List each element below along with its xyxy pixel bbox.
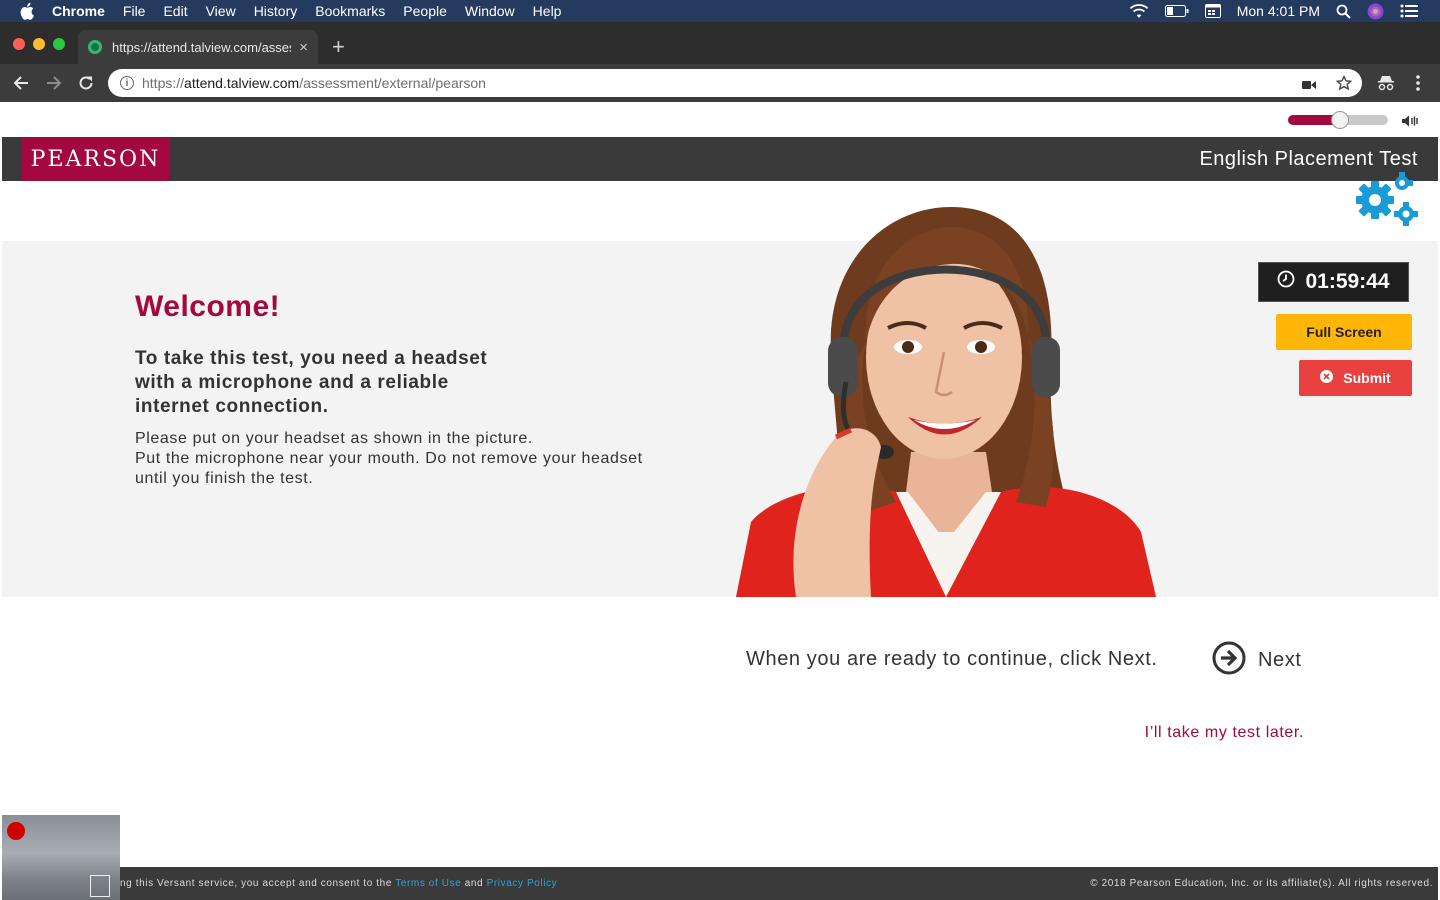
menu-view[interactable]: View xyxy=(206,0,236,22)
window-controls xyxy=(13,38,65,50)
site-info-icon[interactable]: i xyxy=(120,76,134,90)
camera-in-use-icon[interactable] xyxy=(1302,77,1316,93)
back-arrow-icon[interactable] xyxy=(10,72,32,94)
wifi-icon[interactable] xyxy=(1129,3,1149,19)
incognito-extension-icon[interactable] xyxy=(1375,72,1397,94)
browser-tab-strip: https://attend.talview.com/assessment/ex… xyxy=(0,22,1440,64)
calendar-icon[interactable] xyxy=(1204,4,1221,18)
menu-bookmarks[interactable]: Bookmarks xyxy=(315,0,385,22)
minimize-window-button[interactable] xyxy=(33,38,45,50)
url-path: /assessment/external/pearson xyxy=(299,75,486,91)
submit-button[interactable]: Submit xyxy=(1299,360,1412,396)
bookmark-star-icon[interactable] xyxy=(1335,74,1353,94)
url-host: attend.talview.com xyxy=(184,75,300,91)
next-label[interactable]: Next xyxy=(1258,649,1302,672)
speaker-icon[interactable] xyxy=(1402,114,1418,132)
tab-favicon-icon xyxy=(88,40,102,54)
battery-icon[interactable] xyxy=(1164,5,1189,17)
menu-edit[interactable]: Edit xyxy=(163,0,187,22)
test-header-bar: PEARSON English Placement Test xyxy=(2,137,1438,181)
chrome-menu-icon[interactable] xyxy=(1407,72,1429,94)
macos-menu-bar: Chrome File Edit View History Bookmarks … xyxy=(0,0,1440,22)
and-text: and xyxy=(464,878,484,889)
page-footer: ng this Versant service, you accept and … xyxy=(2,867,1438,900)
page-content: PEARSON English Placement Test Welcome! … xyxy=(2,102,1438,900)
tab-title: https://attend.talview.com/assessment/ex… xyxy=(112,39,291,55)
privacy-policy-link[interactable]: Privacy Policy xyxy=(487,878,558,889)
instruction-line: Put the microphone near your mouth. Do n… xyxy=(135,450,643,467)
menu-app-name[interactable]: Chrome xyxy=(52,0,105,22)
headset-instructions: Please put on your headset as shown in t… xyxy=(135,429,695,489)
requirement-line: To take this test, you need a headset xyxy=(135,348,488,369)
menu-people[interactable]: People xyxy=(403,0,447,22)
instruction-line: Please put on your headset as shown in t… xyxy=(135,430,533,447)
address-bar[interactable]: i https://attend.talview.com/assessment/… xyxy=(108,69,1362,97)
settings-gears-icon[interactable] xyxy=(1350,172,1418,235)
menu-history[interactable]: History xyxy=(254,0,298,22)
recording-indicator-icon xyxy=(7,822,25,840)
full-screen-button[interactable]: Full Screen xyxy=(1276,314,1412,350)
requirement-line: with a microphone and a reliable xyxy=(135,372,449,393)
test-title: English Placement Test xyxy=(1199,148,1418,170)
clock-icon xyxy=(1277,270,1295,294)
requirement-line: internet connection. xyxy=(135,396,329,417)
instruction-line: until you finish the test. xyxy=(135,470,314,487)
apple-icon[interactable] xyxy=(20,2,38,20)
menu-window[interactable]: Window xyxy=(465,0,515,22)
url-scheme: https:// xyxy=(142,75,185,91)
webcam-preview xyxy=(2,815,120,900)
menu-file[interactable]: File xyxy=(123,0,146,22)
volume-slider-knob[interactable] xyxy=(1331,111,1349,129)
headset-requirement-text: To take this test, you need a headset wi… xyxy=(135,347,535,419)
next-button[interactable]: Next xyxy=(1212,641,1302,680)
timer-value: 01:59:44 xyxy=(1305,270,1390,293)
expand-preview-icon[interactable] xyxy=(90,875,110,897)
browser-toolbar: i https://attend.talview.com/assessment/… xyxy=(0,64,1440,102)
submit-label: Submit xyxy=(1343,370,1391,386)
menu-help[interactable]: Help xyxy=(533,0,562,22)
headset-woman-photo xyxy=(736,207,1156,597)
spotlight-search-icon[interactable] xyxy=(1336,4,1351,19)
consent-text: ng this Versant service, you accept and … xyxy=(120,878,392,889)
countdown-timer: 01:59:44 xyxy=(1258,262,1409,302)
terms-of-use-link[interactable]: Terms of Use xyxy=(395,878,461,889)
menu-clock[interactable]: Mon 4:01 PM xyxy=(1237,3,1320,19)
copyright-text: © 2018 Pearson Education, Inc. or its af… xyxy=(1090,878,1433,889)
browser-tab[interactable]: https://attend.talview.com/assessment/ex… xyxy=(78,30,318,64)
siri-icon[interactable] xyxy=(1367,3,1384,20)
notification-center-icon[interactable] xyxy=(1400,4,1418,18)
footer-consent: ng this Versant service, you accept and … xyxy=(120,878,557,889)
close-circle-icon xyxy=(1320,370,1334,386)
continue-instruction: When you are ready to continue, click Ne… xyxy=(746,648,1158,670)
welcome-heading: Welcome! xyxy=(135,290,281,323)
forward-arrow-icon[interactable] xyxy=(43,72,65,94)
close-window-button[interactable] xyxy=(13,38,25,50)
arrow-circle-right-icon[interactable] xyxy=(1212,641,1246,680)
pearson-logo: PEARSON xyxy=(22,137,169,181)
tab-close-icon[interactable]: × xyxy=(299,39,308,56)
volume-slider[interactable] xyxy=(1288,111,1388,129)
reload-icon[interactable] xyxy=(75,72,97,94)
zoom-window-button[interactable] xyxy=(53,38,65,50)
new-tab-button[interactable]: + xyxy=(332,36,345,58)
take-test-later-link[interactable]: I’ll take my test later. xyxy=(1145,724,1304,742)
